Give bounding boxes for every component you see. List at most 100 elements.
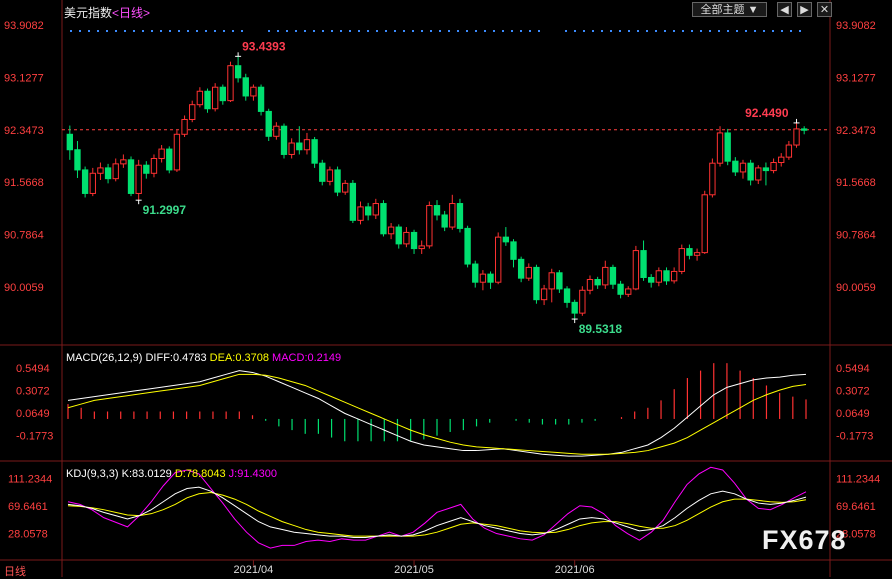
marker-dot	[682, 30, 684, 32]
marker-dot	[502, 30, 504, 32]
candle-body	[693, 252, 701, 256]
marker-dot	[718, 30, 720, 32]
marker-dot	[619, 30, 621, 32]
marker-dot	[232, 30, 234, 32]
marker-dot	[160, 30, 162, 32]
candle-body	[586, 279, 594, 291]
candle-body	[709, 162, 716, 196]
candle-body	[280, 125, 288, 155]
close-button[interactable]: ✕	[817, 2, 832, 17]
macd-legend: MACD(26,12,9) DIFF:0.4783 DEA:0.3708 MAC…	[66, 352, 341, 364]
kdj-legend-item: KDJ(9,3,3)	[66, 468, 119, 480]
marker-dot	[79, 30, 81, 32]
candle-body	[104, 167, 112, 180]
marker-dot	[367, 30, 369, 32]
marker-dot	[448, 30, 450, 32]
candle-body	[540, 288, 548, 301]
marker-dot	[97, 30, 99, 32]
marker-dot	[88, 30, 90, 32]
candle-body	[441, 214, 448, 228]
marker-dot	[340, 30, 342, 32]
candle-body	[296, 142, 303, 151]
marker-dot	[700, 30, 702, 32]
candle-body	[364, 206, 372, 216]
y-tick-label-right: 93.1277	[836, 72, 876, 84]
macd-legend-item: MACD(26,12,9)	[66, 352, 142, 364]
macd-y-tick-right: -0.1773	[836, 430, 873, 442]
candle-body	[319, 162, 326, 182]
candle-body	[273, 125, 280, 137]
period-label: <日线>	[112, 6, 151, 20]
marker-dot	[655, 30, 657, 32]
marker-dot	[466, 30, 468, 32]
candle-body	[449, 203, 456, 228]
candle-body	[579, 289, 586, 314]
marker-dot	[403, 30, 405, 32]
y-tick-label-left: 90.0059	[4, 282, 44, 294]
marker-dot	[124, 30, 126, 32]
candle-body	[800, 128, 808, 131]
candle-body	[602, 266, 609, 286]
marker-dot	[529, 30, 531, 32]
candle-body	[678, 248, 685, 272]
marker-dot	[295, 30, 297, 32]
candle-body	[196, 90, 204, 106]
candle-body	[517, 258, 525, 279]
marker-dot	[358, 30, 360, 32]
candle-body	[556, 272, 563, 290]
candle-body	[686, 248, 693, 256]
marker-dot	[610, 30, 612, 32]
candle-body	[380, 203, 387, 235]
marker-dot	[376, 30, 378, 32]
theme-select-button[interactable]: 全部主题 ▼	[692, 2, 767, 17]
candle-body	[112, 163, 119, 180]
marker-dot	[673, 30, 675, 32]
candle-body	[640, 250, 647, 278]
candle-body	[563, 288, 571, 303]
candle-body	[663, 270, 670, 282]
candle-body	[533, 266, 540, 301]
candle-body	[81, 169, 89, 194]
x-tick-label: 2021/06	[555, 564, 595, 576]
candle-body	[150, 157, 158, 174]
price-annotation: 89.5318	[579, 322, 623, 336]
marker-dot	[349, 30, 351, 32]
candle-body	[395, 226, 402, 245]
candle-body	[732, 160, 739, 173]
candle-body	[778, 156, 785, 164]
marker-dot	[394, 30, 396, 32]
candle-body	[548, 272, 555, 290]
marker-dot	[115, 30, 117, 32]
marker-dot	[745, 30, 747, 32]
candle-body	[487, 273, 494, 283]
candle-body	[166, 148, 173, 171]
candle-body	[403, 231, 410, 245]
macd-legend-item: DEA:0.3708	[207, 352, 269, 364]
next-button[interactable]: ▶	[797, 2, 812, 17]
candle-body	[472, 263, 479, 283]
candle-body	[372, 203, 379, 216]
candle-body	[242, 77, 249, 97]
candle-body	[219, 86, 226, 102]
kdj-y-tick-left: 111.2344	[8, 473, 52, 485]
candle-body	[495, 236, 502, 283]
marker-dot	[313, 30, 315, 32]
marker-dot	[691, 30, 693, 32]
prev-button[interactable]: ◀	[777, 2, 792, 17]
marker-dot	[142, 30, 144, 32]
candle-body	[479, 273, 487, 283]
marker-dot	[790, 30, 792, 32]
marker-dot	[736, 30, 738, 32]
candle-body	[670, 270, 678, 282]
marker-dot	[412, 30, 414, 32]
chart-title: 美元指数<日线>	[64, 4, 150, 21]
marker-dot	[196, 30, 198, 32]
marker-dot	[133, 30, 135, 32]
candle-body	[311, 139, 318, 164]
kdj-y-tick-right: 111.2344	[836, 473, 880, 485]
kdj-legend-item: J:91.4300	[226, 468, 277, 480]
dropdown-triangle-icon: ▼	[747, 4, 759, 16]
marker-dot	[772, 30, 774, 32]
y-tick-label-left: 91.5668	[4, 177, 44, 189]
candle-body	[571, 301, 578, 314]
